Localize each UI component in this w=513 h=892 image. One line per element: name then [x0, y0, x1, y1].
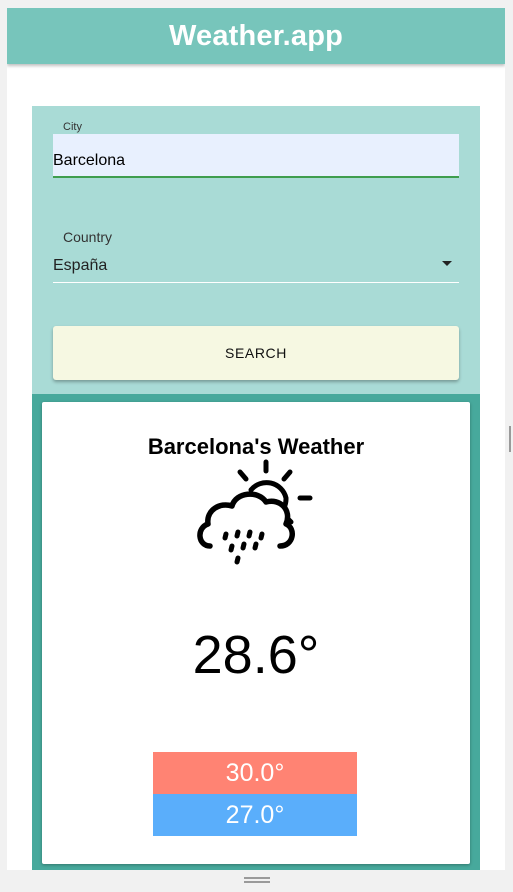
search-button[interactable]: SEARCH	[53, 326, 459, 380]
min-temperature: 27.0°	[153, 794, 357, 836]
city-input[interactable]	[53, 134, 459, 178]
resize-handle[interactable]	[244, 877, 270, 885]
city-label: City	[63, 121, 82, 133]
weather-result-panel: Barcelona's Weather 28.6° 30.0° 27.0°	[32, 394, 480, 870]
cloud-sun-rain-icon	[197, 459, 313, 565]
current-temperature: 28.6°	[192, 625, 320, 685]
max-temperature: 30.0°	[153, 752, 357, 794]
country-selected-value: España	[53, 256, 108, 274]
country-label: Country	[63, 229, 113, 245]
dropdown-caret-icon	[442, 261, 452, 266]
app-bar: Weather.app	[7, 8, 505, 64]
weather-title: Barcelona's Weather	[147, 434, 365, 459]
country-select[interactable]: España	[53, 249, 459, 283]
app-title: Weather.app	[168, 19, 344, 52]
search-form: City Country España SEARCH	[32, 106, 480, 396]
side-resize-handle[interactable]	[509, 426, 513, 452]
app-viewport: Weather.app City Country España SEARCH B…	[7, 8, 505, 870]
weather-card: Barcelona's Weather 28.6° 30.0° 27.0°	[42, 402, 470, 864]
